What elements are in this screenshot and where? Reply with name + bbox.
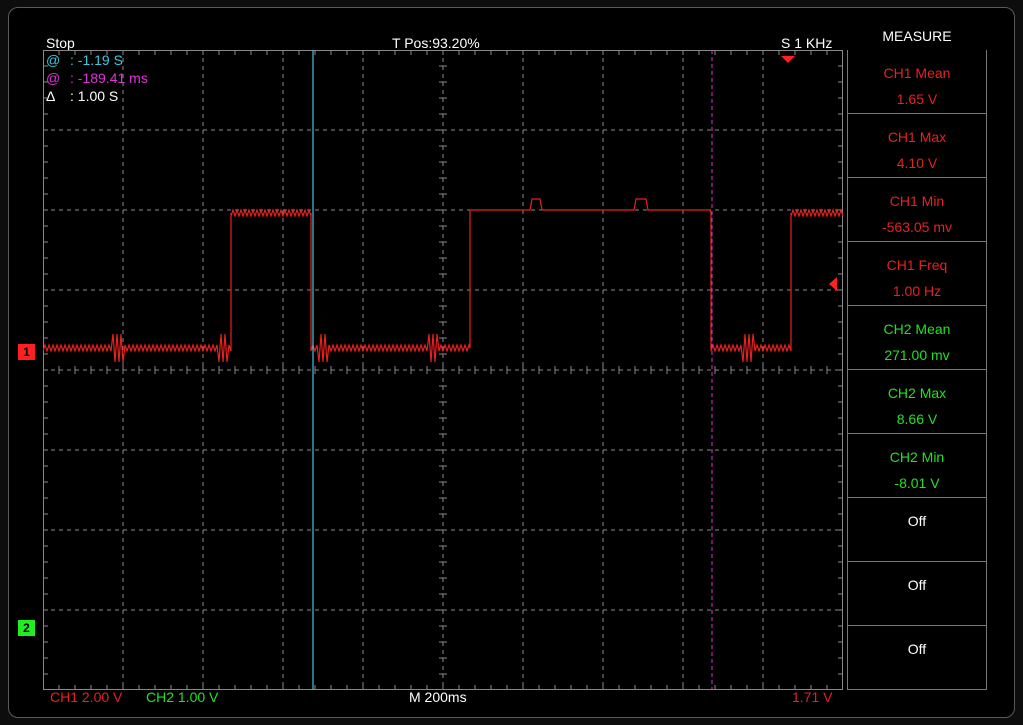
ch1-ground-marker[interactable]: 1 bbox=[18, 344, 35, 360]
measure-value: 1.00 Hz bbox=[892, 283, 942, 299]
sample-rate: S 1 KHz bbox=[781, 35, 833, 51]
measure-cell[interactable]: Off bbox=[848, 498, 986, 562]
measure-value: -8.01 V bbox=[894, 475, 940, 491]
measure-value: 8.66 V bbox=[896, 411, 938, 427]
ch2-ground-marker[interactable]: 2 bbox=[18, 620, 35, 636]
trigger-position: T Pos:93.20% bbox=[392, 35, 480, 51]
measure-label: CH2 Min bbox=[889, 449, 945, 465]
measure-panel: CH1 Mean 1.65 V CH1 Max 4.10 V CH1 Min -563.0… bbox=[847, 50, 987, 690]
measure-value: 271.00 mv bbox=[884, 347, 950, 363]
ch1-scale: CH1 2.00 V bbox=[50, 689, 123, 705]
measure-value: -563.05 mv bbox=[881, 219, 953, 235]
measure-label: Off bbox=[907, 641, 927, 657]
run-status: Stop bbox=[46, 35, 75, 51]
waveform-display[interactable] bbox=[43, 50, 843, 690]
trigger-level: 1.71 V bbox=[792, 689, 833, 705]
measure-label: CH2 Max bbox=[887, 385, 947, 401]
measure-value: 1.65 V bbox=[896, 91, 938, 107]
measure-label: CH1 Mean bbox=[883, 65, 951, 81]
measure-cell[interactable]: CH2 Max 8.66 V bbox=[848, 370, 986, 434]
trigger-level-marker bbox=[829, 277, 837, 291]
measure-cell[interactable]: CH1 Mean 1.65 V bbox=[848, 50, 986, 114]
measure-cell[interactable]: CH1 Freq 1.00 Hz bbox=[848, 242, 986, 306]
timebase: M 200ms bbox=[409, 689, 467, 705]
measure-cell[interactable]: CH1 Max 4.10 V bbox=[848, 114, 986, 178]
measure-cell[interactable]: CH2 Min -8.01 V bbox=[848, 434, 986, 498]
measure-cell[interactable]: Off bbox=[848, 626, 986, 690]
measure-title: MEASURE bbox=[882, 28, 952, 44]
measure-label: Off bbox=[907, 577, 927, 593]
measure-cell[interactable]: Off bbox=[848, 562, 986, 626]
graticule bbox=[43, 50, 843, 690]
measure-label: CH1 Freq bbox=[886, 257, 948, 273]
measure-cell[interactable]: CH1 Min -563.05 mv bbox=[848, 178, 986, 242]
measure-label: CH1 Min bbox=[889, 193, 945, 209]
measure-cell[interactable]: CH2 Mean 271.00 mv bbox=[848, 306, 986, 370]
trigger-position-marker bbox=[781, 56, 795, 63]
ch2-scale: CH2 1.00 V bbox=[146, 689, 219, 705]
measure-value: 4.10 V bbox=[896, 155, 938, 171]
measure-label: CH2 Mean bbox=[883, 321, 951, 337]
measure-label: Off bbox=[907, 513, 927, 529]
measure-label: CH1 Max bbox=[887, 129, 947, 145]
